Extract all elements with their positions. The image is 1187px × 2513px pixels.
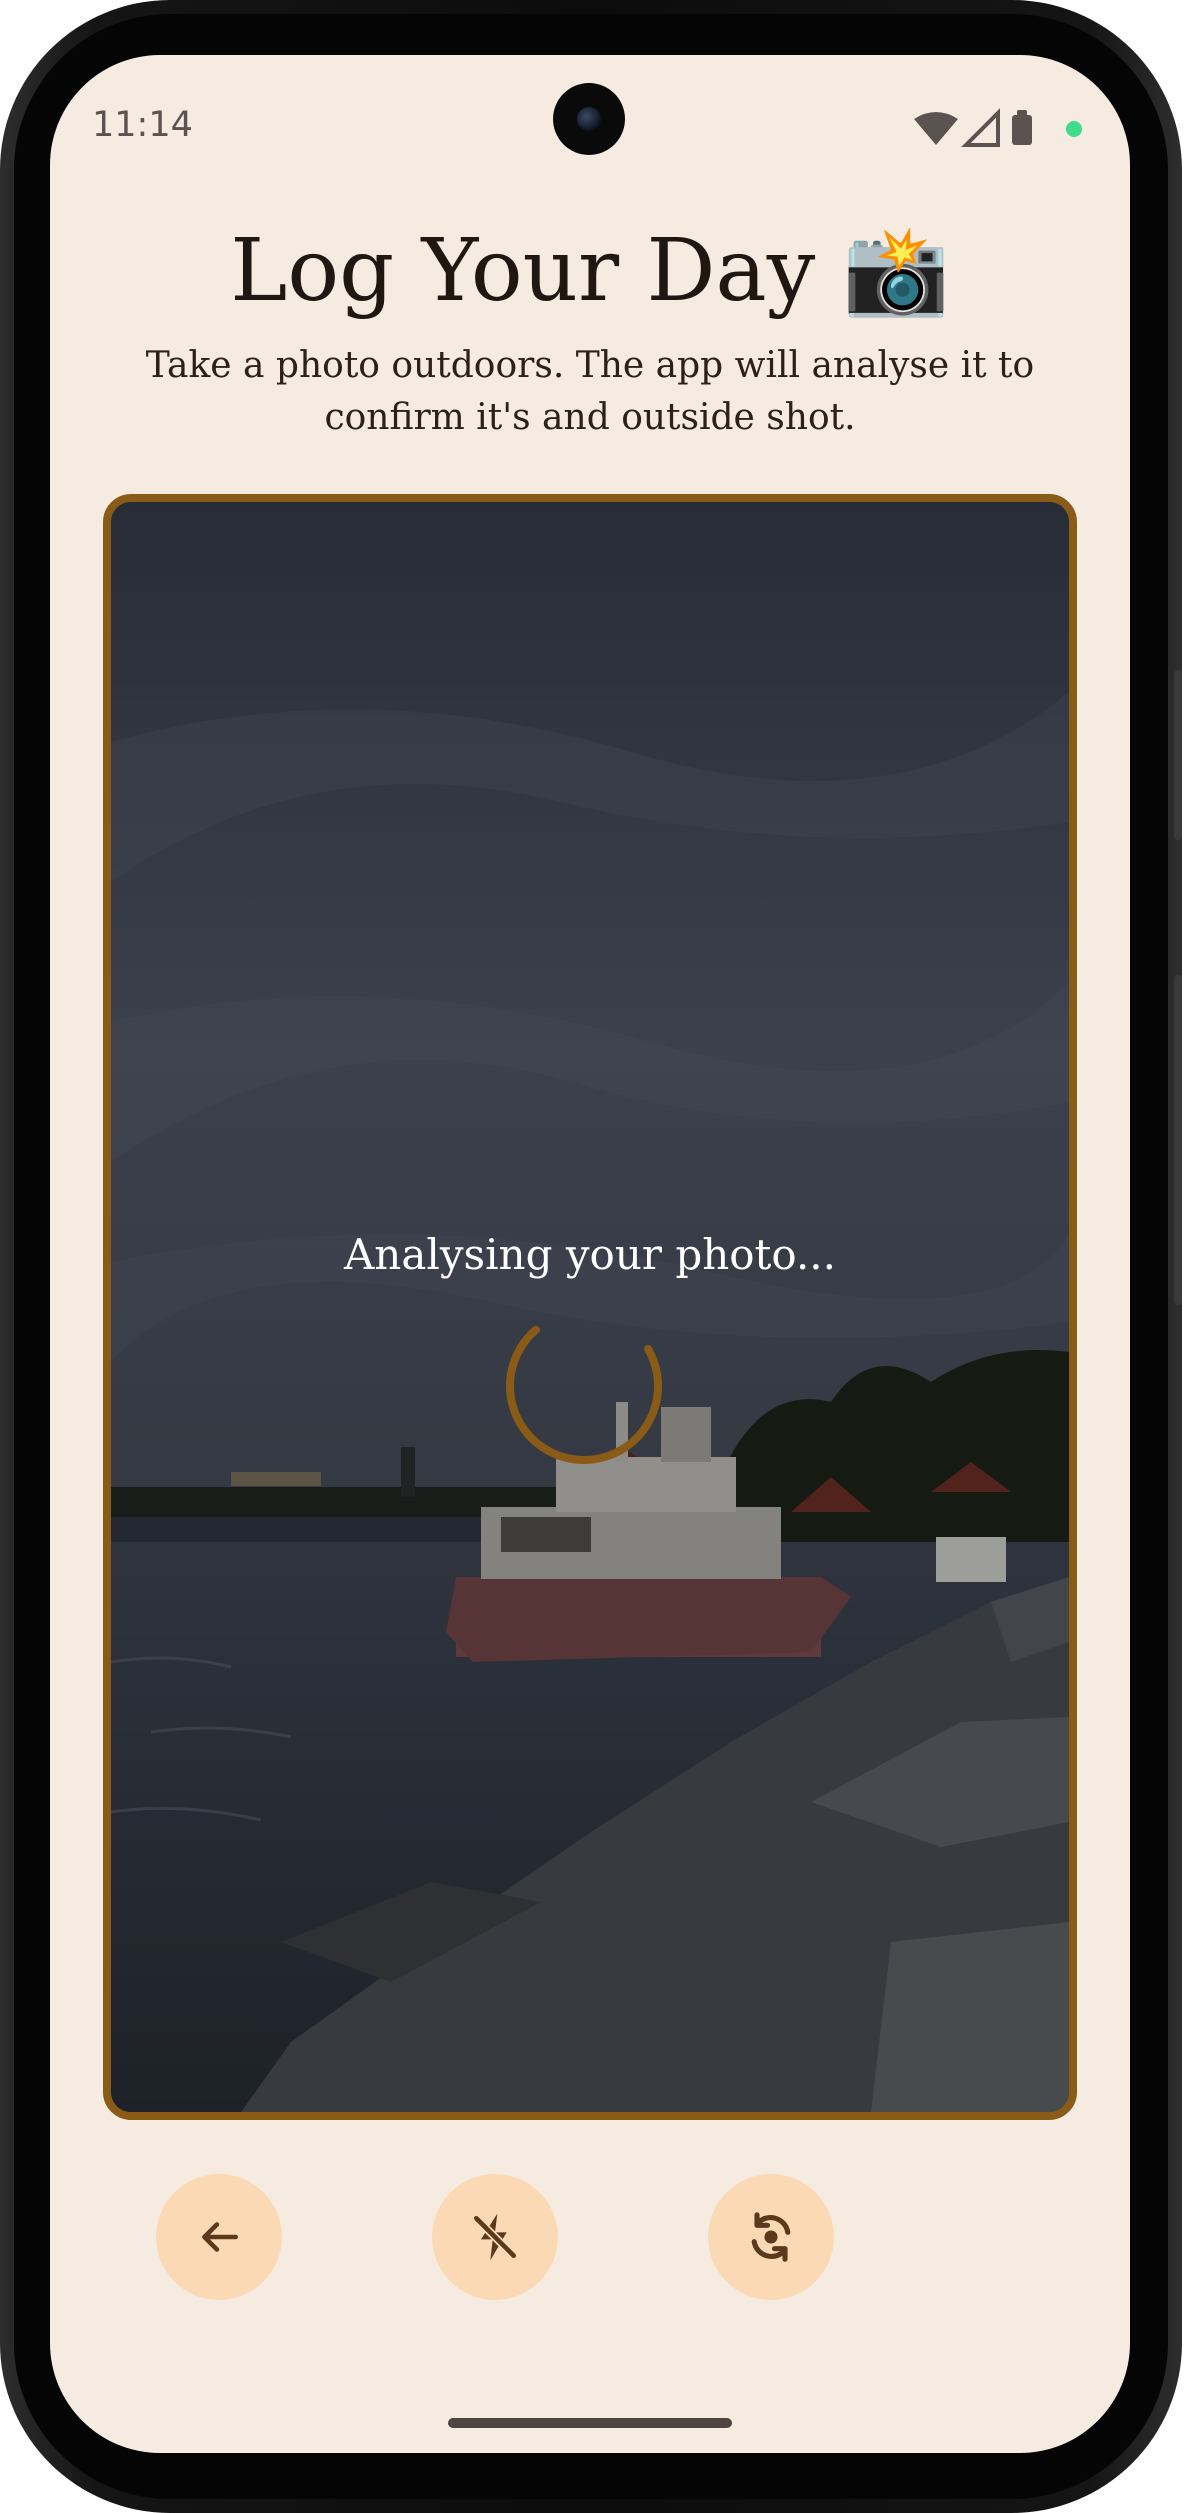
home-indicator[interactable] [448,2418,732,2428]
arrow-left-icon [202,2222,238,2252]
status-time: 11:14 [92,105,193,145]
back-button[interactable] [156,2174,282,2300]
privacy-indicator-dot [1066,121,1082,137]
loading-spinner [506,1308,662,1464]
wifi-icon [914,112,958,145]
camera-preview[interactable]: Analysing your photo... [103,494,1077,2120]
flash-toggle-button[interactable] [432,2174,558,2300]
screen: 11:14 Log Your Day 📸 Take a photo outdoo… [50,55,1130,2453]
camera-flip-icon [751,2212,791,2262]
power-button [1174,975,1182,1305]
analysing-status-text: Analysing your photo... [343,1230,837,1279]
status-icons [914,108,1082,147]
flash-off-icon [472,2213,518,2261]
front-camera [553,83,625,155]
battery-icon [1012,110,1032,145]
switch-camera-button[interactable] [708,2174,834,2300]
page-title: Log Your Day 📸 [230,221,950,321]
volume-button [1174,670,1182,840]
phone-device: 11:14 Log Your Day 📸 Take a photo outdoo… [0,0,1182,2513]
page-subtitle: Take a photo outdoors. The app will anal… [145,345,1035,438]
signal-icon [961,108,1000,147]
